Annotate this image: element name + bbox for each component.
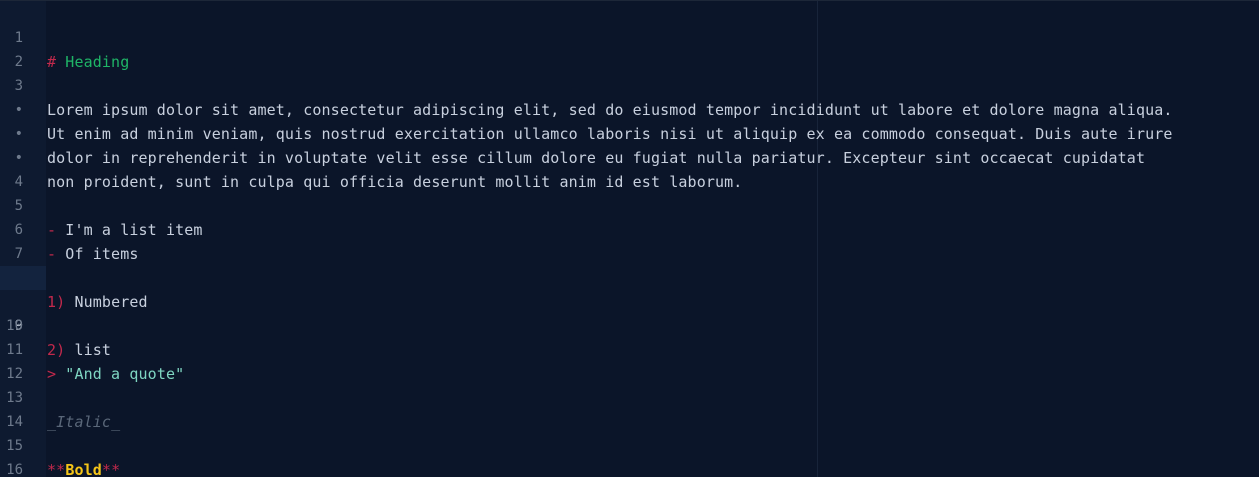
editor-line[interactable]: 15 **Bold** (0, 410, 1259, 477)
editor-line[interactable]: 14 (0, 386, 1259, 430)
editor-line[interactable]: 8 1) Numbered (0, 242, 1259, 311)
markdown-editor[interactable]: 1 # Heading 2 3 Lorem ipsum dolor sit am… (0, 0, 1259, 477)
editor-line[interactable]: 10 (0, 290, 1259, 334)
line-number: 16 (6, 462, 23, 477)
editor-line[interactable]: 11 > "And a quote" (0, 314, 1259, 383)
editor-line[interactable]: 6 - Of items (0, 194, 1259, 263)
editor-wrapped-line[interactable]: • dolor in reprehenderit in voluptate ve… (0, 98, 1259, 167)
bold-label: Bold (65, 461, 102, 477)
editor-line[interactable]: 4 (0, 146, 1259, 190)
editor-line[interactable]: 2 (0, 26, 1259, 70)
editor-line[interactable]: 3 Lorem ipsum dolor sit amet, consectetu… (0, 50, 1259, 119)
editor-line[interactable]: 13 _Italic_ (0, 362, 1259, 431)
editor-line[interactable]: 5 - I'm a list item (0, 170, 1259, 239)
editor-line-active[interactable]: 9 2) list (0, 266, 1259, 359)
editor-line[interactable]: 16 (0, 434, 1259, 477)
active-line-highlight (0, 266, 46, 290)
editor-wrapped-line[interactable]: • non proident, sunt in culpa qui offici… (0, 122, 1259, 191)
bold-open-marker: ** (47, 461, 66, 477)
editor-wrapped-line[interactable]: • Ut enim ad minim veniam, quis nostrud … (0, 74, 1259, 143)
bold-close-marker: ** (101, 461, 121, 477)
bold-text: **Bold** (47, 458, 120, 477)
editor-line[interactable]: 12 (0, 338, 1259, 382)
editor-line[interactable]: 1 # Heading (0, 2, 1259, 71)
editor-line[interactable]: 7 (0, 218, 1259, 262)
